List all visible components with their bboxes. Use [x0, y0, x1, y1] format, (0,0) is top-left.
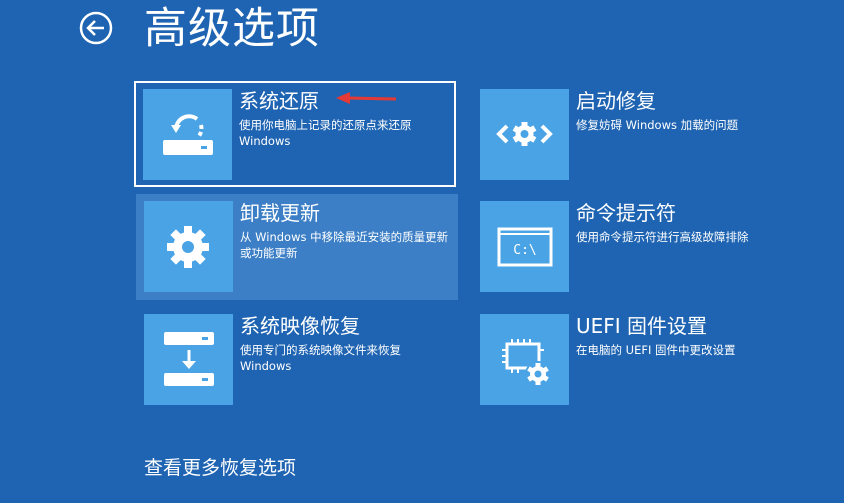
command-prompt-icon-text: C:\ [513, 243, 536, 258]
command-prompt-tile: C:\ [480, 201, 569, 292]
command-prompt-description: 使用命令提示符进行高级故障排除 [576, 230, 749, 244]
option-startup-repair[interactable]: 启动修复 修复妨碍 Windows 加载的问题 [472, 82, 794, 188]
system-image-recovery-description: 使用专门的系统映像文件来恢复 Windows [240, 343, 401, 373]
startup-repair-icon [496, 122, 553, 146]
back-button[interactable] [79, 11, 113, 45]
uninstall-updates-title: 卸载更新 [240, 201, 320, 225]
command-prompt-icon: C:\ [497, 227, 553, 267]
system-image-recovery-title: 系统映像恢复 [240, 314, 360, 338]
annotation-arrow [336, 92, 397, 104]
option-uefi-firmware-settings[interactable]: UEFI 固件设置 在电脑的 UEFI 固件中更改设置 [472, 307, 794, 413]
page-title: 高级选项 [144, 4, 320, 54]
option-system-restore[interactable]: 系统还原 使用你电脑上记录的还原点来还原 Windows [134, 81, 456, 187]
back-arrow-icon [79, 11, 113, 45]
option-uninstall-updates[interactable]: 卸载更新 从 Windows 中移除最近安装的质量更新或功能更新 [136, 194, 458, 300]
uninstall-updates-description: 从 Windows 中移除最近安装的质量更新或功能更新 [240, 230, 449, 260]
uefi-firmware-settings-tile [480, 314, 569, 405]
more-recovery-options-link[interactable]: 查看更多恢复选项 [144, 455, 296, 481]
system-restore-tile [143, 89, 232, 180]
system-image-recovery-tile [144, 314, 233, 405]
startup-repair-title: 启动修复 [576, 89, 656, 113]
option-system-image-recovery[interactable]: 系统映像恢复 使用专门的系统映像文件来恢复 Windows [136, 307, 458, 413]
system-restore-title: 系统还原 [239, 89, 319, 113]
startup-repair-description: 修复妨碍 Windows 加载的问题 [576, 118, 739, 132]
drive-download-icon [164, 332, 214, 386]
system-restore-description: 使用你电脑上记录的还原点来还原 Windows [239, 118, 412, 148]
uefi-firmware-settings-title: UEFI 固件设置 [576, 314, 708, 338]
command-prompt-title: 命令提示符 [576, 201, 676, 225]
startup-repair-tile [480, 89, 569, 180]
uefi-firmware-settings-description: 在电脑的 UEFI 固件中更改设置 [576, 343, 736, 357]
uninstall-updates-tile [144, 201, 233, 292]
uefi-chip-gear-icon [502, 339, 551, 387]
gear-icon [167, 226, 209, 268]
option-command-prompt[interactable]: C:\ 命令提示符 使用命令提示符进行高级故障排除 [472, 194, 794, 300]
system-restore-icon [163, 114, 213, 155]
